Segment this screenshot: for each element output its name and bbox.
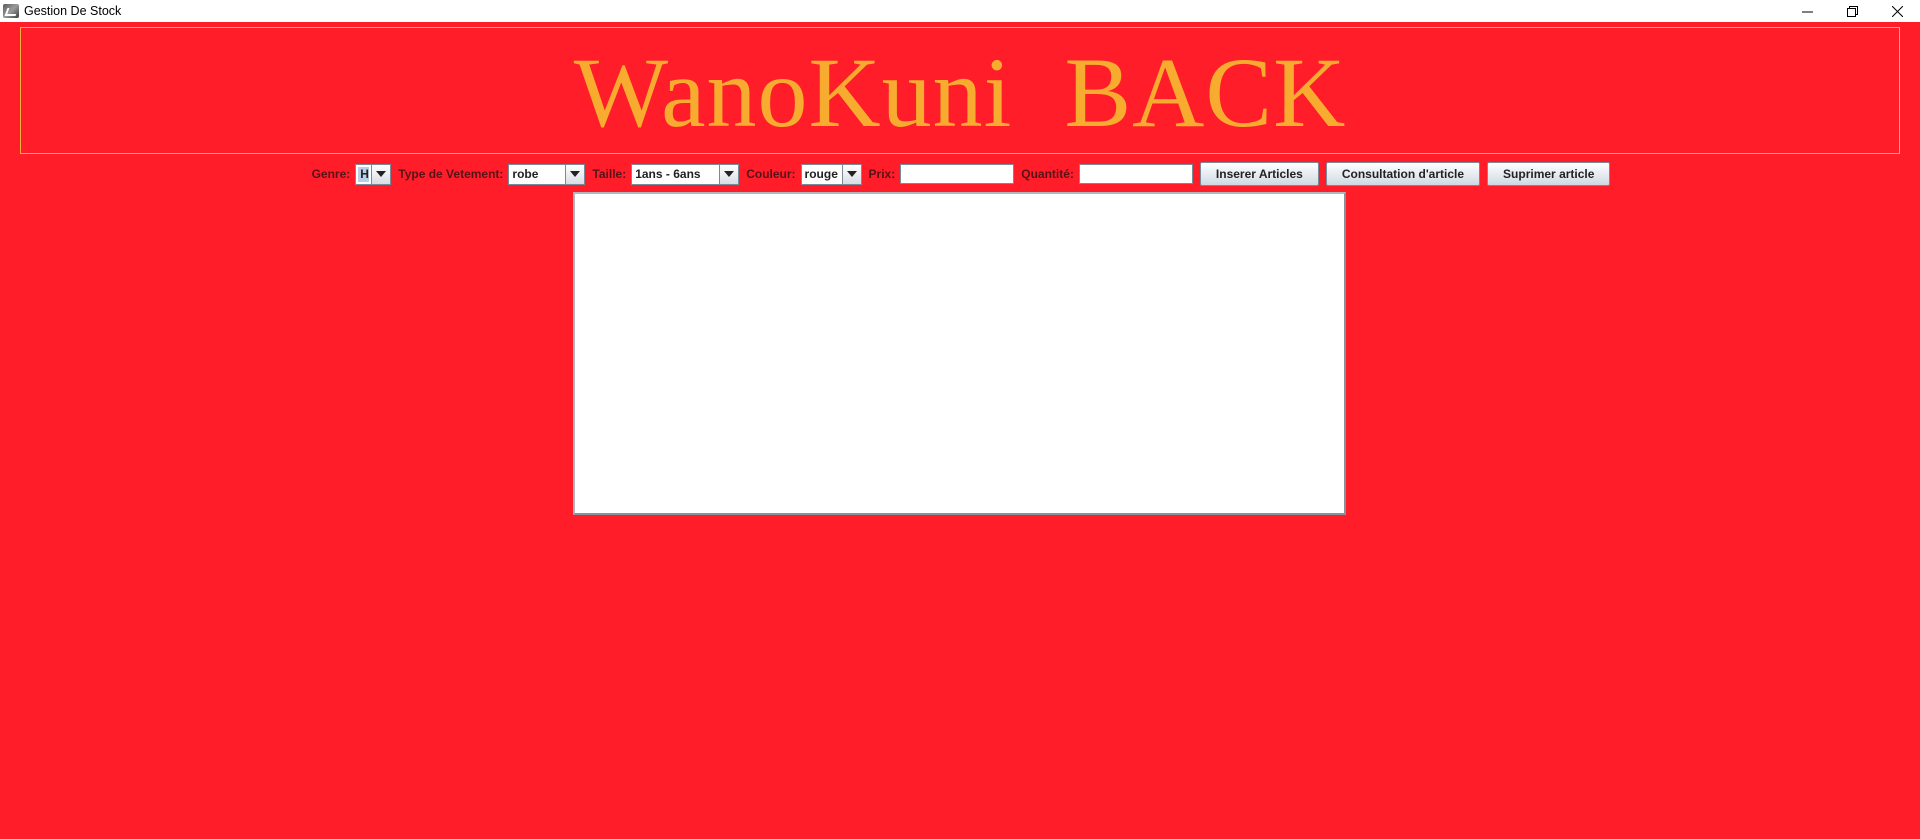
prix-input[interactable] — [900, 164, 1015, 184]
chevron-down-icon[interactable] — [719, 164, 739, 184]
type-vetement-label: Type de Vetement: — [398, 167, 504, 181]
inserer-articles-button[interactable]: Inserer Articles — [1199, 162, 1319, 186]
type-vetement-select[interactable]: robe — [508, 163, 586, 185]
articles-table-area[interactable] — [573, 192, 1346, 515]
quantite-label: Quantité: — [1021, 167, 1074, 181]
chevron-down-icon[interactable] — [565, 164, 585, 184]
taille-value: 1ans - 6ans — [635, 167, 701, 181]
taille-label: Taille: — [592, 167, 627, 181]
genre-label: Genre: — [311, 167, 351, 181]
minimize-icon[interactable] — [1785, 0, 1830, 22]
prix-label: Prix: — [868, 167, 896, 181]
window-controls — [1785, 0, 1920, 22]
genre-value: H — [358, 166, 370, 182]
close-icon[interactable] — [1875, 0, 1920, 22]
quantite-input[interactable] — [1078, 164, 1193, 184]
couleur-select[interactable]: rouge — [800, 163, 862, 185]
article-form-toolbar: Genre: H Type de Vetement: robe Taille: … — [0, 162, 1920, 186]
window-title: Gestion De Stock — [24, 4, 122, 18]
restore-icon[interactable] — [1830, 0, 1875, 22]
chevron-down-icon[interactable] — [371, 164, 391, 184]
chevron-down-icon[interactable] — [841, 164, 861, 184]
window-title-bar: Gestion De Stock — [0, 0, 1920, 22]
supprimer-article-button[interactable]: Suprimer article — [1487, 162, 1611, 186]
couleur-label: Couleur: — [746, 167, 796, 181]
genre-select[interactable]: H — [355, 163, 392, 185]
couleur-value: rouge — [804, 167, 838, 181]
banner-panel: WanoKuni BACK — [20, 27, 1900, 154]
banner-title: WanoKuni BACK — [573, 36, 1347, 148]
consultation-article-button[interactable]: Consultation d'article — [1325, 162, 1481, 186]
type-vetement-value: robe — [512, 167, 539, 181]
app-icon — [3, 4, 19, 18]
taille-select[interactable]: 1ans - 6ans — [631, 163, 740, 185]
